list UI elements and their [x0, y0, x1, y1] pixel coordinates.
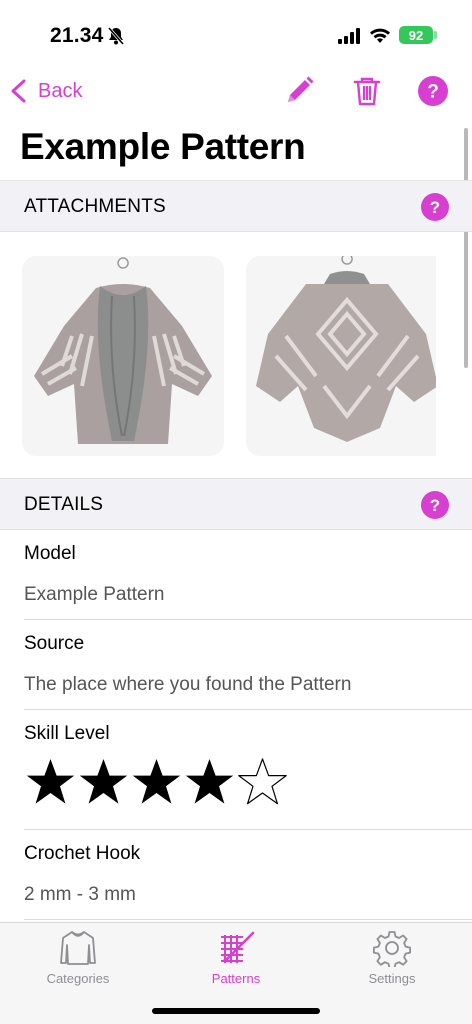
- battery-indicator: 92: [399, 26, 433, 44]
- question-mark-icon[interactable]: ?: [416, 74, 450, 108]
- tab-categories[interactable]: Categories: [18, 929, 138, 989]
- status-bar: 21.34 92: [0, 0, 472, 62]
- detail-row-source[interactable]: Source The place where you found the Pat…: [24, 633, 472, 696]
- tab-patterns[interactable]: Patterns: [176, 929, 296, 989]
- tab-settings[interactable]: Settings: [332, 929, 452, 989]
- gear-icon: [373, 931, 411, 967]
- pencil-icon[interactable]: [282, 74, 316, 108]
- star-filled-icon[interactable]: [24, 756, 77, 809]
- model-value: Example Pattern: [24, 584, 165, 605]
- row-divider: [24, 919, 472, 920]
- svg-text:?: ?: [430, 496, 440, 515]
- sweater-icon: [60, 931, 96, 965]
- cardigan-front-photo: [34, 257, 212, 444]
- star-filled-icon[interactable]: [130, 756, 183, 809]
- tab-settings-label: Settings: [368, 971, 416, 986]
- cardigan-back-photo: [256, 256, 436, 442]
- attachment-image-back[interactable]: [246, 256, 436, 456]
- scroll-indicator[interactable]: [464, 128, 468, 368]
- svg-text:?: ?: [427, 82, 439, 103]
- source-label: Source: [24, 633, 85, 654]
- row-divider: [24, 709, 472, 710]
- bell-slash-icon: [107, 27, 125, 45]
- wifi-icon: [370, 28, 390, 43]
- row-divider: [24, 829, 472, 830]
- details-section-header: DETAILS ?: [0, 478, 472, 530]
- crochet-hook-label: Crochet Hook: [24, 843, 141, 864]
- page-title: Example Pattern: [20, 126, 306, 167]
- skill-level-label: Skill Level: [24, 723, 110, 744]
- svg-text:?: ?: [430, 198, 440, 217]
- tab-categories-label: Categories: [46, 971, 110, 986]
- chevron-left-icon: [11, 79, 26, 103]
- detail-row-model[interactable]: Model Example Pattern: [24, 543, 472, 606]
- navigation-bar: Back ?: [0, 62, 472, 122]
- row-divider: [24, 619, 472, 620]
- attachments-section-header: ATTACHMENTS ?: [0, 180, 472, 232]
- question-mark-icon[interactable]: ?: [420, 490, 450, 520]
- back-button[interactable]: Back: [8, 74, 82, 108]
- details-header-label: DETAILS: [24, 494, 104, 515]
- trash-icon[interactable]: [350, 74, 384, 108]
- star-filled-icon[interactable]: [77, 756, 130, 809]
- battery-cap: [434, 31, 437, 39]
- attachment-image-front[interactable]: [22, 256, 224, 456]
- skill-level-rating[interactable]: [24, 756, 289, 809]
- attachments-carousel[interactable]: [22, 256, 436, 456]
- battery-level: 92: [408, 27, 424, 43]
- detail-row-crochet-hook[interactable]: Crochet Hook 2 mm - 3 mm: [24, 843, 472, 906]
- model-label: Model: [24, 543, 76, 564]
- question-mark-icon[interactable]: ?: [420, 192, 450, 222]
- star-empty-icon[interactable]: [236, 756, 289, 809]
- detail-row-skill-level: Skill Level: [24, 723, 472, 745]
- home-indicator[interactable]: [152, 1008, 320, 1014]
- status-time: 21.34: [50, 24, 104, 47]
- back-button-label: Back: [38, 79, 83, 102]
- star-filled-icon[interactable]: [183, 756, 236, 809]
- source-value: The place where you found the Pattern: [24, 674, 352, 695]
- cellular-signal-icon: [338, 28, 360, 44]
- tab-patterns-label: Patterns: [211, 971, 261, 986]
- attachments-header-label: ATTACHMENTS: [24, 196, 166, 217]
- crochet-hook-value: 2 mm - 3 mm: [24, 884, 136, 905]
- yarn-needle-icon: [221, 931, 255, 963]
